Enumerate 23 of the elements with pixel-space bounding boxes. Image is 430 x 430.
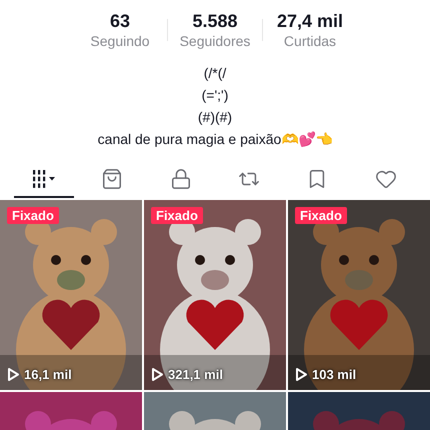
stat-value: 27,4 mil	[276, 10, 344, 32]
play-icon	[7, 367, 20, 382]
stat-value: 5.588	[192, 10, 238, 32]
bio-line: (=';')	[202, 86, 228, 105]
play-icon	[151, 367, 164, 382]
bio-line: canal de pura magia e paixão🫶💕👈	[98, 130, 332, 149]
shopping-bag-icon	[101, 168, 124, 190]
play-icon	[295, 367, 308, 382]
stat-value: 63	[110, 10, 130, 32]
view-count: 321,1 mil	[168, 367, 223, 382]
heart-icon	[374, 168, 397, 190]
grid-icon	[32, 169, 56, 189]
lock-icon	[170, 168, 192, 190]
stat-label: Curtidas	[284, 32, 336, 50]
pinned-badge: Fixado	[7, 207, 59, 224]
pinned-badge: Fixado	[151, 207, 203, 224]
stat-label: Seguidores	[180, 32, 250, 50]
view-count: 16,1 mil	[24, 367, 72, 382]
pinned-badge: Fixado	[295, 207, 347, 224]
stat-label: Seguindo	[90, 32, 150, 50]
bio-line: (/*(/	[204, 64, 226, 83]
view-count: 103 mil	[312, 367, 356, 382]
bio-line: (#)(#)	[198, 108, 232, 127]
